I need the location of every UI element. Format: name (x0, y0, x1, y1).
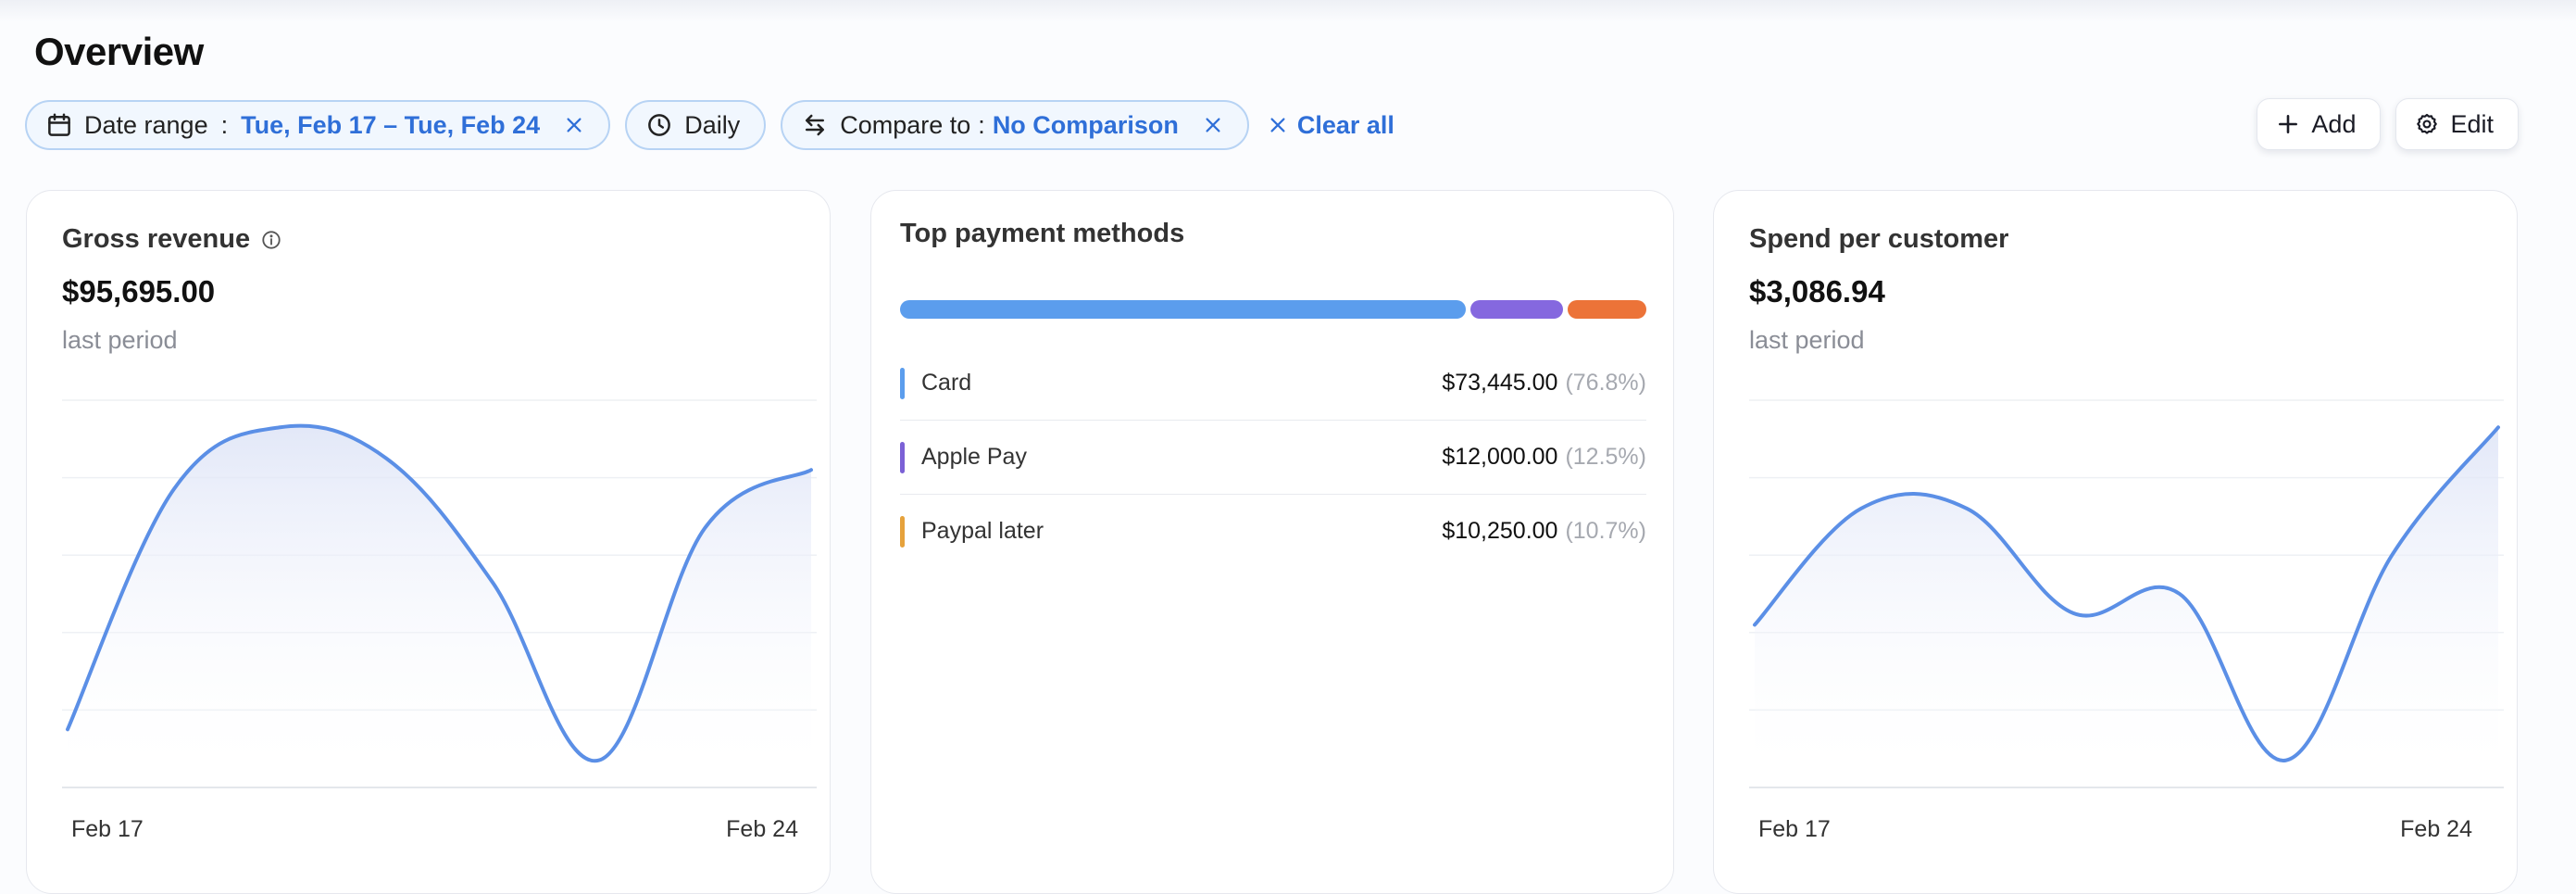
payment-method-amount: $73,445.00 (1442, 370, 1558, 396)
data-point[interactable] (483, 573, 502, 591)
payment-method-amount: $10,250.00 (1442, 518, 1558, 544)
top-shadow (0, 0, 2576, 22)
data-point[interactable] (2277, 751, 2295, 770)
x-axis-end-label: Feb 24 (2400, 816, 2472, 842)
payment-method-percent: (12.5%) (1565, 444, 1646, 470)
data-point[interactable] (1852, 499, 1870, 518)
clear-all-label: Clear all (1296, 110, 1394, 139)
gross-revenue-value: $95,695.00 (62, 274, 216, 308)
payment-method-percent: (76.8%) (1565, 370, 1646, 396)
line-chart-svg (62, 399, 817, 788)
gross-revenue-card: Gross revenue $95,695.00 last period Feb… (26, 190, 831, 894)
header-actions: Add Edit (2257, 98, 2519, 150)
card-title: Gross revenue (62, 224, 281, 255)
data-point[interactable] (270, 418, 289, 436)
gear-icon (2415, 112, 2439, 136)
color-marker (900, 441, 905, 473)
payment-share-segment[interactable] (1567, 300, 1646, 319)
data-point[interactable] (377, 449, 395, 468)
interval-filter[interactable]: Daily (625, 100, 767, 150)
info-icon[interactable] (261, 230, 281, 250)
close-icon (1268, 115, 1288, 135)
gross-revenue-subtitle: last period (62, 326, 178, 354)
close-icon[interactable] (564, 115, 584, 135)
compare-separator: : (978, 110, 985, 139)
payment-methods-list: Card $73,445.00 (76.8%) Apple Pay $12,000.00… (900, 346, 1646, 568)
date-range-value: Tue, Feb 17 – Tue, Feb 24 (241, 110, 541, 139)
spend-per-customer-chart (1749, 385, 2504, 802)
data-point[interactable] (2170, 585, 2189, 603)
compare-value: No Comparison (992, 110, 1179, 139)
payment-method-amount: $12,000.00 (1442, 444, 1558, 470)
data-point[interactable] (2064, 604, 2082, 623)
data-point[interactable] (2382, 546, 2401, 564)
line-chart-svg (1749, 399, 2504, 788)
edit-label: Edit (2450, 109, 2494, 138)
interval-label: Daily (684, 110, 741, 139)
payment-share-segment[interactable] (900, 300, 1467, 319)
payment-method-name: Paypal later (921, 518, 1044, 544)
spend-per-customer-card: Spend per customer $3,086.94 last period… (1713, 190, 2518, 894)
date-range-filter[interactable]: Date range : Tue, Feb 17 – Tue, Feb 24 (25, 100, 611, 150)
top-payment-methods-card: Top payment methods Card $73,445.00 (76.8%… (870, 190, 1674, 894)
close-icon[interactable] (1203, 115, 1223, 135)
payment-share-segment[interactable] (1470, 300, 1563, 319)
spend-per-customer-subtitle: last period (1749, 326, 1865, 354)
data-point[interactable] (590, 751, 608, 770)
add-button[interactable]: Add (2257, 98, 2382, 150)
compare-filter[interactable]: Compare to : No Comparison (781, 100, 1249, 150)
payment-share-bar (900, 300, 1646, 319)
payment-method-name: Apple Pay (921, 444, 1027, 470)
plus-icon (2276, 112, 2300, 136)
series-area (1755, 427, 2498, 787)
color-marker (900, 515, 905, 548)
payment-method-row[interactable]: Paypal later $10,250.00 (10.7%) (900, 495, 1646, 568)
compare-label: Compare to (840, 110, 971, 139)
gross-revenue-chart (62, 385, 817, 802)
filter-bar: Date range : Tue, Feb 17 – Tue, Feb 24 D… (25, 98, 1394, 152)
x-axis-end-label: Feb 24 (726, 816, 798, 842)
edit-button[interactable]: Edit (2395, 98, 2519, 150)
calendar-icon (45, 111, 73, 139)
date-range-label: Date range (84, 110, 208, 139)
page-title: Overview (34, 30, 204, 73)
x-axis-start-label: Feb 17 (1758, 816, 1831, 842)
add-label: Add (2311, 109, 2357, 138)
payment-method-row[interactable]: Card $73,445.00 (76.8%) (900, 346, 1646, 421)
gross-revenue-title: Gross revenue (62, 224, 251, 254)
date-range-separator: : (220, 110, 229, 139)
x-axis-start-label: Feb 17 (71, 816, 144, 842)
data-point[interactable] (695, 519, 714, 537)
payment-method-row[interactable]: Apple Pay $12,000.00 (12.5%) (900, 421, 1646, 495)
swap-icon (801, 111, 829, 139)
clock-icon (645, 111, 673, 139)
data-point[interactable] (165, 480, 183, 498)
spend-per-customer-title: Spend per customer (1749, 224, 2009, 254)
top-payment-methods-title: Top payment methods (900, 219, 1185, 248)
spend-per-customer-value: $3,086.94 (1749, 274, 1885, 308)
color-marker (900, 367, 905, 399)
data-point[interactable] (1957, 499, 1976, 518)
payment-method-name: Card (921, 370, 972, 396)
payment-method-percent: (10.7%) (1565, 518, 1646, 544)
clear-all-button[interactable]: Clear all (1268, 111, 1394, 140)
